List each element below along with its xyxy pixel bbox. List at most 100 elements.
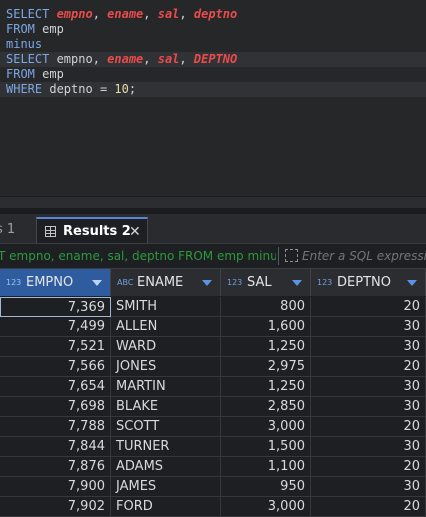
code-token: FROM [6, 22, 43, 36]
type-badge: 123 [227, 278, 243, 287]
cell-sal[interactable]: 2,850 [221, 397, 311, 417]
cell-ename[interactable]: SMITH [111, 297, 221, 317]
code-line[interactable]: SELECT empno, ename, sal, deptno [0, 7, 426, 22]
code-token: = [92, 82, 115, 96]
table-row[interactable]: 7,654 MARTIN 1,250 30 [0, 377, 426, 397]
table-row[interactable]: 7,902 FORD 3,000 20 [0, 497, 426, 517]
cell-empno[interactable]: 7,698 [0, 397, 111, 417]
code-token: , [179, 52, 194, 66]
cell-ename[interactable]: ADAMS [111, 457, 221, 477]
cell-ename[interactable]: WARD [111, 337, 221, 357]
code-token: WHERE [6, 82, 50, 96]
table-row[interactable]: 7,499 ALLEN 1,600 30 [0, 317, 426, 337]
sort-arrow-icon[interactable] [292, 280, 302, 286]
table-row[interactable]: 7,698 BLAKE 2,850 30 [0, 397, 426, 417]
cell-sal[interactable]: 950 [221, 477, 311, 497]
code-token: empno [56, 7, 93, 21]
cell-empno[interactable]: 7,521 [0, 337, 111, 357]
cell-empno[interactable]: 7,900 [0, 477, 111, 497]
column-header-ename[interactable]: ABC ENAME [111, 269, 221, 296]
cell-deptno[interactable]: 30 [311, 337, 426, 357]
cell-deptno[interactable]: 20 [311, 497, 426, 517]
cell-empno[interactable]: 7,654 [0, 377, 111, 397]
cell-empno[interactable]: 7,499 [0, 317, 111, 337]
table-row[interactable]: 7,566 JONES 2,975 20 [0, 357, 426, 377]
column-label: SAL [247, 275, 272, 290]
code-token: SELECT [6, 52, 57, 66]
cell-ename[interactable]: MARTIN [111, 377, 221, 397]
cell-deptno[interactable]: 20 [311, 357, 426, 377]
code-token: minus [6, 37, 43, 51]
grid-icon [45, 226, 56, 237]
code-line[interactable]: minus [0, 37, 426, 52]
code-token: deptno [193, 7, 238, 21]
cell-sal[interactable]: 1,500 [221, 437, 311, 457]
cell-empno[interactable]: 7,566 [0, 357, 111, 377]
cell-empno[interactable]: 7,369 [0, 297, 111, 317]
cell-deptno[interactable]: 30 [311, 377, 426, 397]
cell-ename[interactable]: JONES [111, 357, 221, 377]
cell-sal[interactable]: 2,975 [221, 357, 311, 377]
cell-empno[interactable]: 7,902 [0, 497, 111, 517]
cell-ename[interactable]: FORD [111, 497, 221, 517]
cell-empno[interactable]: 7,844 [0, 437, 111, 457]
code-token: deptno [49, 82, 93, 96]
code-token: ename [107, 7, 144, 21]
table-row[interactable]: 7,876 ADAMS 1,100 20 [0, 457, 426, 477]
code-token: sal [157, 52, 180, 66]
sort-arrow-icon[interactable] [202, 280, 212, 286]
query-text: T empno, ename, sal, deptno FROM emp min… [0, 249, 276, 263]
table-row[interactable]: 7,788 SCOTT 3,000 20 [0, 417, 426, 437]
close-icon[interactable]: ✕ [129, 219, 141, 245]
code-line[interactable]: FROM emp [0, 67, 426, 82]
cell-ename[interactable]: JAMES [111, 477, 221, 497]
cell-deptno[interactable]: 30 [311, 317, 426, 337]
sql-editor[interactable]: SELECT empno, ename, sal, deptno FROM emp… [0, 0, 426, 196]
tab-results-2[interactable]: Results 2 ✕ [36, 217, 148, 243]
cell-empno[interactable]: 7,788 [0, 417, 111, 437]
cell-deptno[interactable]: 20 [311, 417, 426, 437]
cell-sal[interactable]: 1,600 [221, 317, 311, 337]
code-line[interactable]: WHERE deptno = 10; [0, 82, 426, 97]
column-header-sal[interactable]: 123 SAL [221, 269, 311, 296]
table-row[interactable]: 7,844 TURNER 1,500 30 [0, 437, 426, 457]
cell-deptno[interactable]: 20 [311, 297, 426, 317]
cell-deptno[interactable]: 30 [311, 397, 426, 417]
table-row[interactable]: 7,369 SMITH 800 20 [0, 297, 426, 317]
column-label: EMPNO [26, 275, 74, 290]
cell-empno[interactable]: 7,876 [0, 457, 111, 477]
column-header-empno[interactable]: 123 EMPNO [0, 269, 111, 296]
cell-sal[interactable]: 1,100 [221, 457, 311, 477]
code-token: emp [42, 67, 64, 81]
cell-sal[interactable]: 3,000 [221, 497, 311, 517]
table-row[interactable]: 7,521 WARD 1,250 30 [0, 337, 426, 357]
code-token: ; [128, 82, 137, 96]
cell-sal[interactable]: 1,250 [221, 377, 311, 397]
code-token: 10 [114, 82, 129, 96]
column-header-deptno[interactable]: 123 DEPTNO [311, 269, 426, 296]
filter-expand-icon[interactable] [285, 249, 298, 262]
code-token: sal [157, 7, 180, 21]
code-line[interactable]: SELECT empno, ename, sal, DEPTNO [0, 52, 426, 67]
sort-arrow-icon[interactable] [407, 280, 417, 286]
cell-ename[interactable]: SCOTT [111, 417, 221, 437]
cell-ename[interactable]: BLAKE [111, 397, 221, 417]
sql-filter-input[interactable] [302, 244, 426, 268]
column-label: DEPTNO [337, 275, 391, 290]
cell-ename[interactable]: TURNER [111, 437, 221, 457]
column-label: ENAME [137, 275, 184, 290]
cell-deptno[interactable]: 20 [311, 457, 426, 477]
tab-results-1[interactable]: s 1 [0, 217, 30, 243]
cell-deptno[interactable]: 30 [311, 437, 426, 457]
code-line[interactable]: FROM emp [0, 22, 426, 37]
cell-sal[interactable]: 800 [221, 297, 311, 317]
table-row[interactable]: 7,900 JAMES 950 30 [0, 477, 426, 497]
code-token: , [143, 52, 158, 66]
cell-deptno[interactable]: 30 [311, 477, 426, 497]
cell-ename[interactable]: ALLEN [111, 317, 221, 337]
code-token: emp [42, 22, 64, 36]
code-token: DEPTNO [193, 52, 238, 66]
cell-sal[interactable]: 1,250 [221, 337, 311, 357]
cell-sal[interactable]: 3,000 [221, 417, 311, 437]
sort-arrow-icon[interactable] [92, 280, 102, 286]
